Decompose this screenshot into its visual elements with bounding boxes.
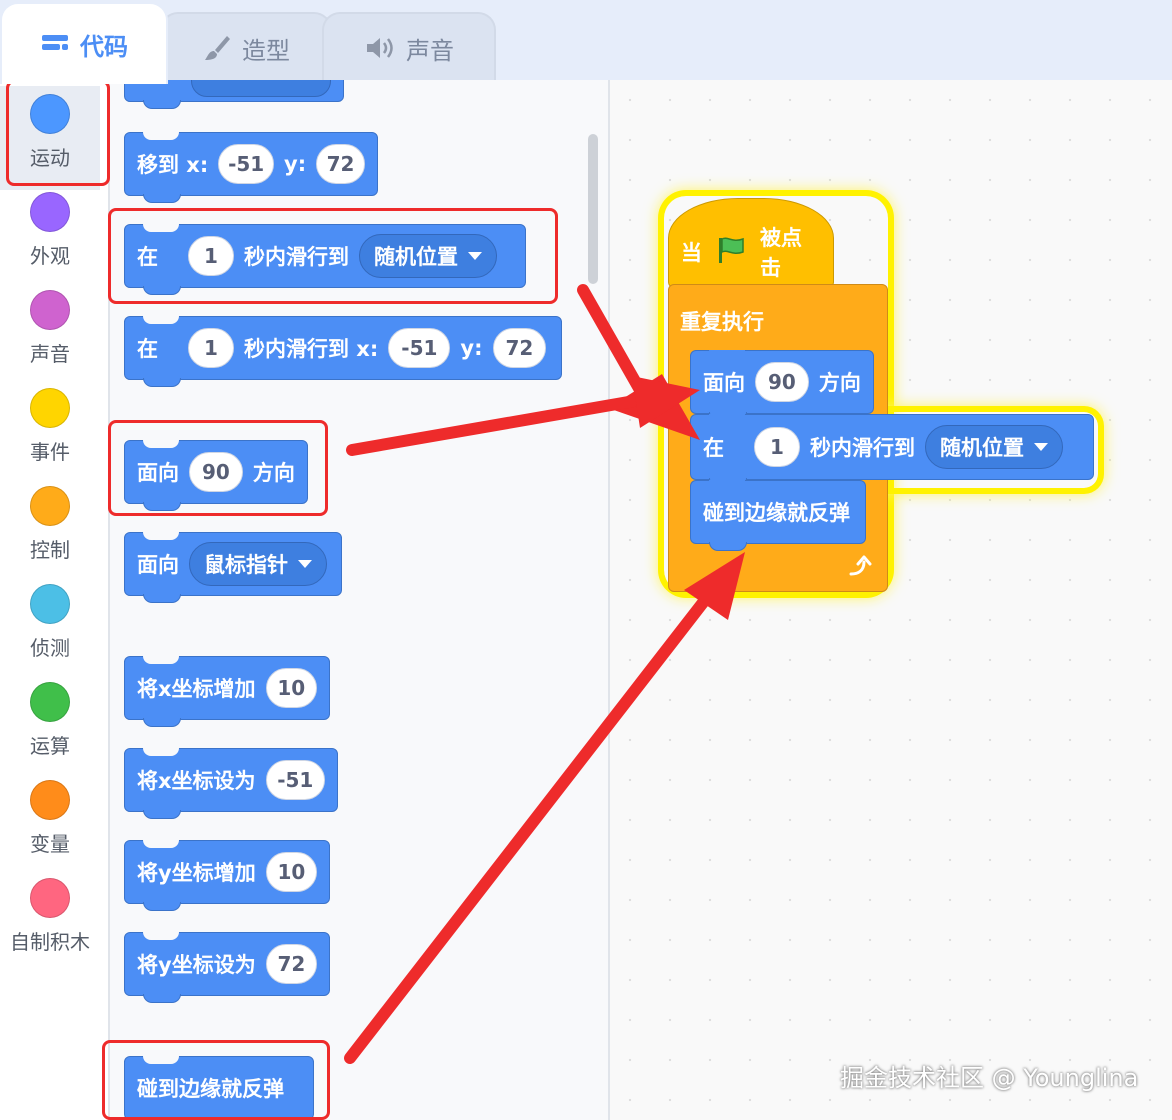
code-icon <box>40 32 70 56</box>
arrow-point-direction <box>346 376 700 456</box>
annotation-arrows <box>344 284 745 1064</box>
arrow-bounce <box>344 552 745 1064</box>
watermark: 掘金技术社区 @ Younglina <box>840 1064 1139 1092</box>
tab-code[interactable]: 代码 <box>0 2 168 84</box>
tab-code-label: 代码 <box>80 32 128 61</box>
